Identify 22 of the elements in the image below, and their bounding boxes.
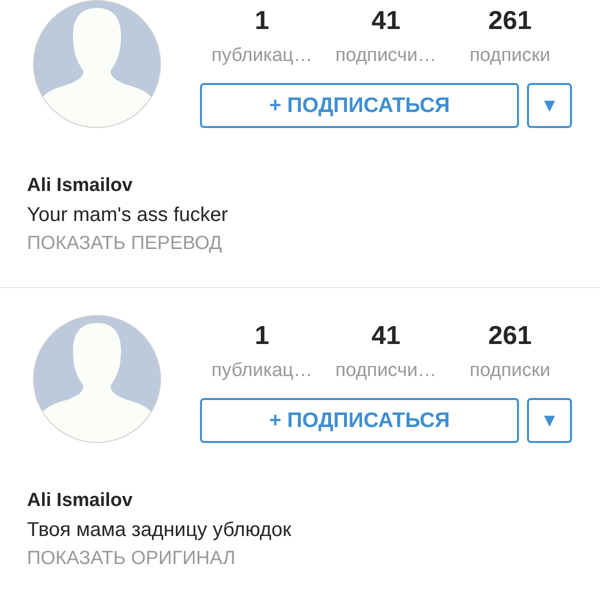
profile-bio: Your mam's ass fucker — [27, 203, 228, 228]
stat-label: публикац… — [212, 359, 312, 383]
stat-count: 261 — [488, 5, 532, 35]
dropdown-button[interactable]: ▾ — [527, 398, 572, 443]
translation-link[interactable]: ПОКАЗАТЬ ОРИГИНАЛ — [27, 546, 236, 572]
stat-label: подписки — [470, 359, 550, 383]
stat-count: 261 — [488, 320, 532, 350]
stat-count: 41 — [372, 5, 400, 35]
profile-name: Ali Ismailov — [27, 489, 133, 513]
stat-label: подписчи… — [335, 44, 437, 68]
profile-name: Ali Ismailov — [27, 174, 133, 198]
follow-button[interactable]: + ПОДПИСАТЬСЯ — [200, 83, 519, 128]
translation-link[interactable]: ПОКАЗАТЬ ПЕРЕВОД — [27, 231, 222, 257]
follow-button[interactable]: + ПОДПИСАТЬСЯ — [200, 398, 519, 443]
stat-label: публикац… — [212, 44, 312, 68]
stat-count: 41 — [372, 320, 400, 350]
profile-bio: Твоя мама задницу ублюдок — [27, 518, 292, 543]
stat-count: 1 — [254, 5, 270, 35]
stat-label: подписки — [470, 44, 550, 68]
stat-label: подписчи… — [335, 359, 437, 383]
stat-count: 1 — [254, 320, 270, 350]
dropdown-button[interactable]: ▾ — [527, 83, 572, 128]
